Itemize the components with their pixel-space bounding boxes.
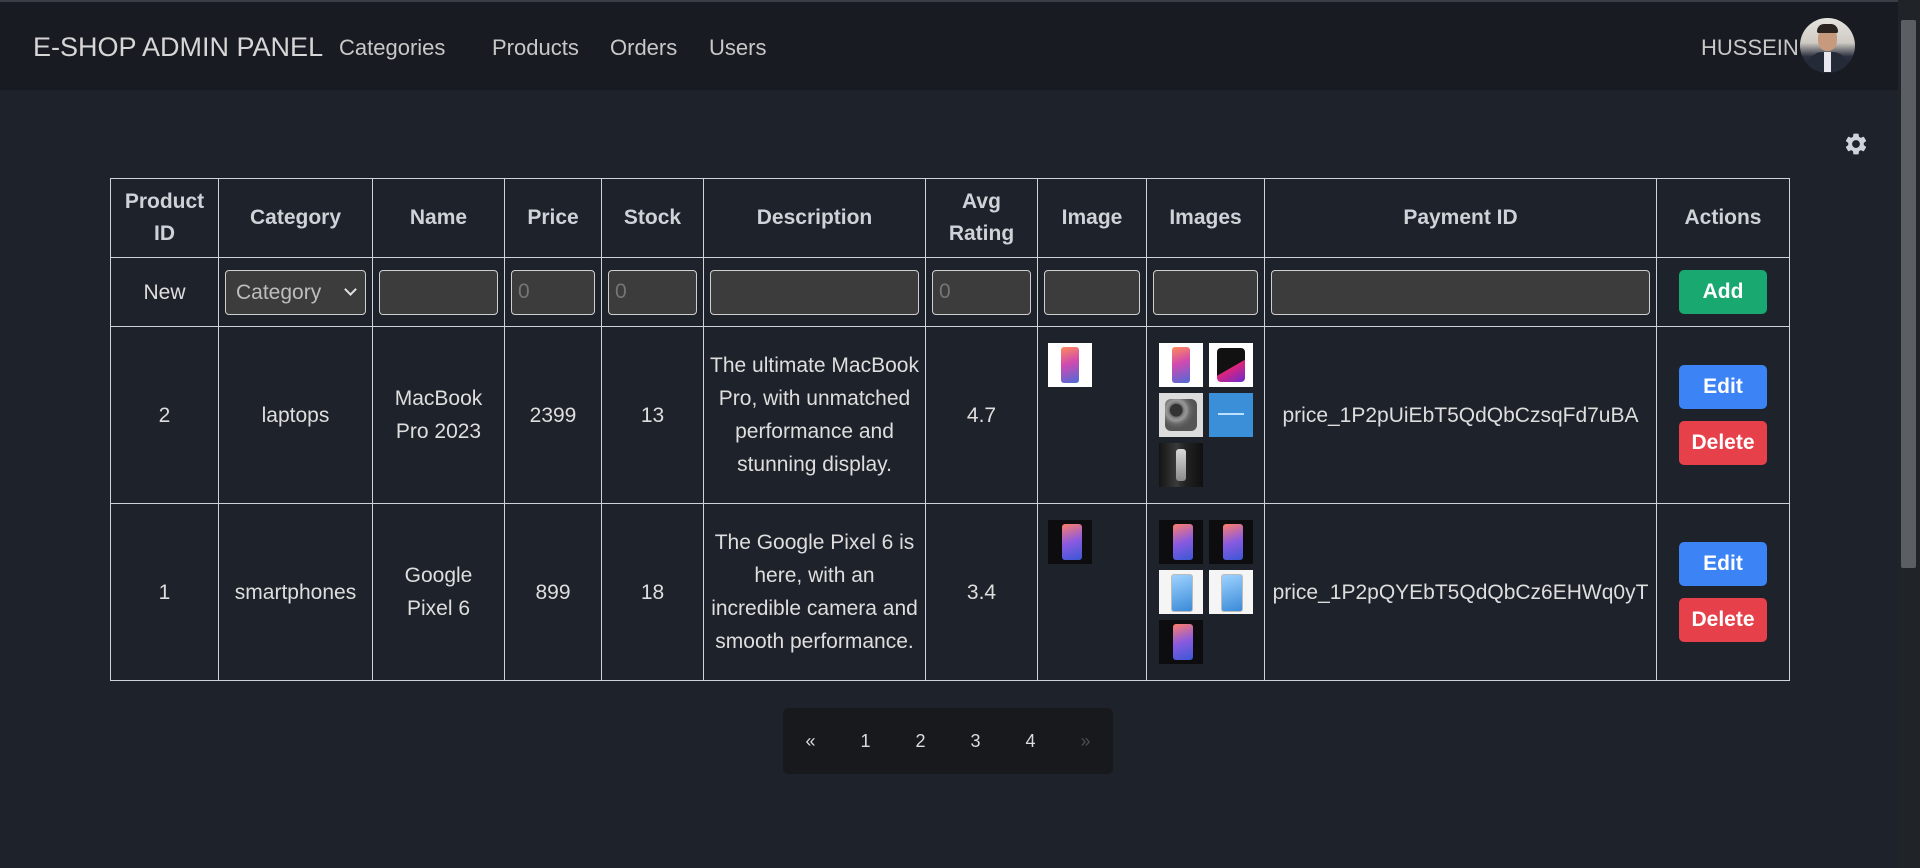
price-cell: 899 (504, 503, 602, 681)
description-input[interactable] (710, 269, 919, 315)
table-row: 1 smartphones Google Pixel 6 899 18 The … (110, 503, 1790, 681)
nav-link-categories[interactable]: Categories (339, 35, 445, 61)
rating-input[interactable] (932, 269, 1031, 315)
gallery-image (1208, 520, 1253, 564)
header-avg-rating: Avg Rating (925, 178, 1038, 258)
actions-cell: Edit Delete (1656, 326, 1790, 504)
username-label[interactable]: HUSSEIN (1701, 35, 1799, 61)
images-cell (1146, 326, 1265, 504)
header-name: Name (372, 178, 505, 258)
pagination-prev[interactable]: « (783, 708, 838, 774)
price-input[interactable] (511, 269, 595, 315)
name-cell: Google Pixel 6 (372, 503, 505, 681)
header-images: Images (1146, 178, 1265, 258)
gallery-image (1158, 343, 1203, 387)
payment-input-cell (1264, 257, 1657, 327)
rating-input-cell (925, 257, 1038, 327)
table-row: 2 laptops MacBook Pro 2023 2399 13 The u… (110, 326, 1790, 504)
chevron-down-icon (344, 283, 357, 296)
image-input[interactable] (1044, 269, 1140, 315)
table-header-row: Product ID Category Name Price Stock Des… (110, 178, 1790, 258)
category-cell: smartphones (218, 503, 373, 681)
payment-id-cell: price_1P2pUiEbT5QdQbCzsqFd7uBA (1264, 326, 1657, 504)
product-image-gallery (1157, 520, 1254, 664)
gear-icon[interactable] (1843, 131, 1869, 157)
gallery-image (1208, 343, 1253, 387)
images-input[interactable] (1153, 269, 1258, 315)
rating-cell: 3.4 (925, 503, 1038, 681)
image-cell (1037, 326, 1147, 504)
images-input-cell (1146, 257, 1265, 327)
header-image: Image (1037, 178, 1147, 258)
gallery-image (1158, 443, 1203, 487)
category-select[interactable]: Category (225, 269, 366, 315)
gallery-image (1158, 393, 1203, 437)
stock-cell: 18 (601, 503, 704, 681)
add-button[interactable]: Add (1679, 270, 1767, 314)
name-input-cell (372, 257, 505, 327)
stock-cell: 13 (601, 326, 704, 504)
nav-link-users[interactable]: Users (709, 35, 766, 61)
gallery-image (1158, 520, 1203, 564)
actions-cell: Edit Delete (1656, 503, 1790, 681)
header-description: Description (703, 178, 926, 258)
header-product-id: Product ID (110, 178, 219, 258)
user-avatar[interactable] (1800, 18, 1855, 73)
description-input-cell (703, 257, 926, 327)
brand-title[interactable]: E-SHOP ADMIN PANEL (33, 32, 323, 63)
stock-input[interactable] (608, 269, 697, 315)
pagination-next: » (1080, 730, 1091, 751)
product-image-gallery (1157, 343, 1254, 487)
category-select-cell: Category (218, 257, 373, 327)
name-input[interactable] (379, 269, 498, 315)
products-table: Product ID Category Name Price Stock Des… (110, 178, 1790, 681)
header-price: Price (504, 178, 602, 258)
new-product-row: New Category Add (110, 257, 1790, 327)
nav-link-products[interactable]: Products (492, 35, 579, 61)
gallery-image (1158, 570, 1203, 614)
pagination-page-3[interactable]: 3 (948, 708, 1003, 774)
avatar-hair (1817, 24, 1838, 33)
edit-button[interactable]: Edit (1679, 542, 1767, 586)
product-main-image (1048, 520, 1092, 564)
add-button-cell: Add (1656, 257, 1790, 327)
pagination-page-2[interactable]: 2 (893, 708, 948, 774)
price-input-cell (504, 257, 602, 327)
avatar-shirt (1824, 52, 1831, 72)
price-cell: 2399 (504, 326, 602, 504)
name-cell: MacBook Pro 2023 (372, 326, 505, 504)
header-stock: Stock (601, 178, 704, 258)
product-main-image (1048, 343, 1092, 387)
delete-button[interactable]: Delete (1679, 598, 1767, 642)
edit-button[interactable]: Edit (1679, 365, 1767, 409)
payment-id-input[interactable] (1271, 269, 1650, 315)
gallery-image (1158, 620, 1203, 664)
category-select-value: Category (236, 280, 322, 304)
images-cell (1146, 503, 1265, 681)
scrollbar-thumb[interactable] (1901, 20, 1916, 568)
description-cell: The ultimate MacBook Pro, with unmatched… (703, 326, 926, 504)
gallery-image (1208, 570, 1253, 614)
category-cell: laptops (218, 326, 373, 504)
image-input-cell (1037, 257, 1147, 327)
pagination: « 1 2 3 4 » (783, 708, 1113, 774)
header-actions: Actions (1656, 178, 1790, 258)
stock-input-cell (601, 257, 704, 327)
payment-id-cell: price_1P2pQYEbT5QdQbCz6EHWq0yT (1264, 503, 1657, 681)
rating-cell: 4.7 (925, 326, 1038, 504)
product-id-cell: 1 (110, 503, 219, 681)
header-payment-id: Payment ID (1264, 178, 1657, 258)
pagination-page-4[interactable]: 4 (1003, 708, 1058, 774)
header-category: Category (218, 178, 373, 258)
nav-link-orders[interactable]: Orders (610, 35, 677, 61)
gallery-image (1208, 393, 1253, 437)
new-row-label: New (110, 257, 219, 327)
top-navbar: E-SHOP ADMIN PANEL Categories Products O… (0, 2, 1898, 90)
image-cell (1037, 503, 1147, 681)
description-cell: The Google Pixel 6 is here, with an incr… (703, 503, 926, 681)
pagination-page-1[interactable]: 1 (838, 708, 893, 774)
product-id-cell: 2 (110, 326, 219, 504)
delete-button[interactable]: Delete (1679, 421, 1767, 465)
